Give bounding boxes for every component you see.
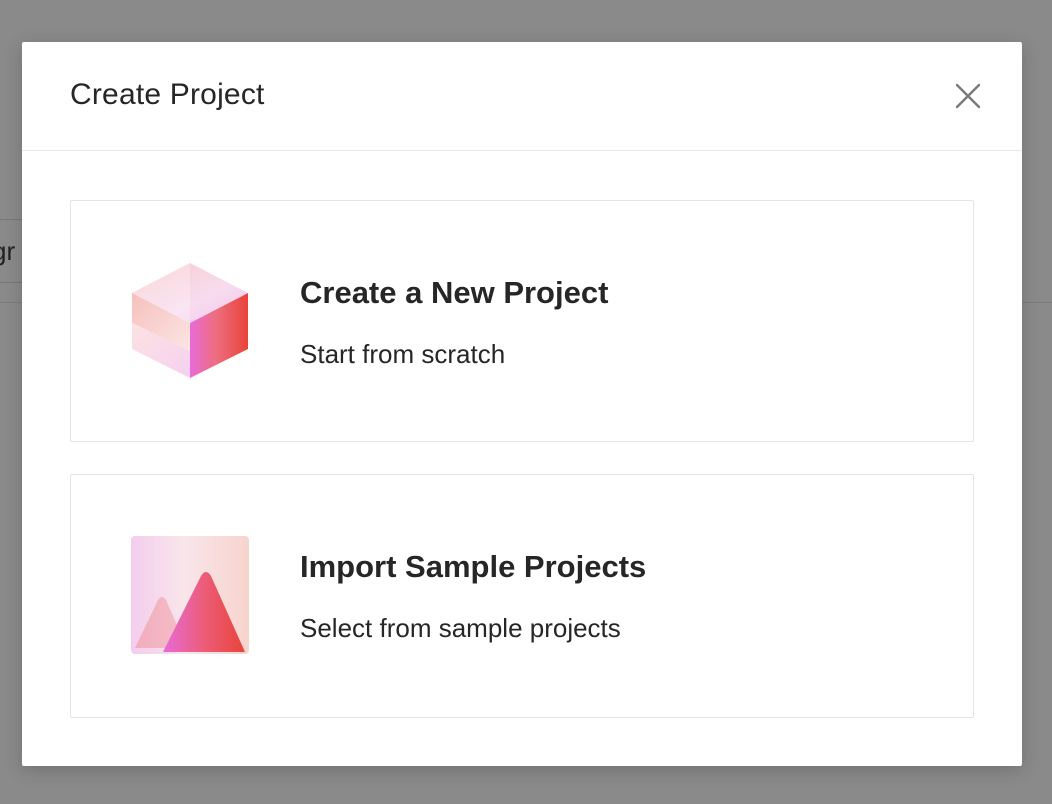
background-input-text: gr [0,236,16,266]
option-description: Select from sample projects [300,613,621,643]
option-title: Import Sample Projects [300,549,647,584]
close-icon [955,83,981,109]
modal-header: Create Project [22,42,1022,151]
import-sample-projects-option[interactable]: Import Sample Projects Select from sampl… [70,474,974,718]
modal-title: Create Project [70,78,265,111]
cube-icon [131,261,249,379]
create-project-modal: Create Project Create a New Project Star… [22,42,1022,766]
create-new-project-option[interactable]: Create a New Project Start from scratch [70,200,974,442]
option-title: Create a New Project [300,275,609,310]
mountain-image-icon [131,536,249,654]
option-description: Start from scratch [300,339,506,369]
close-button[interactable] [954,82,982,110]
